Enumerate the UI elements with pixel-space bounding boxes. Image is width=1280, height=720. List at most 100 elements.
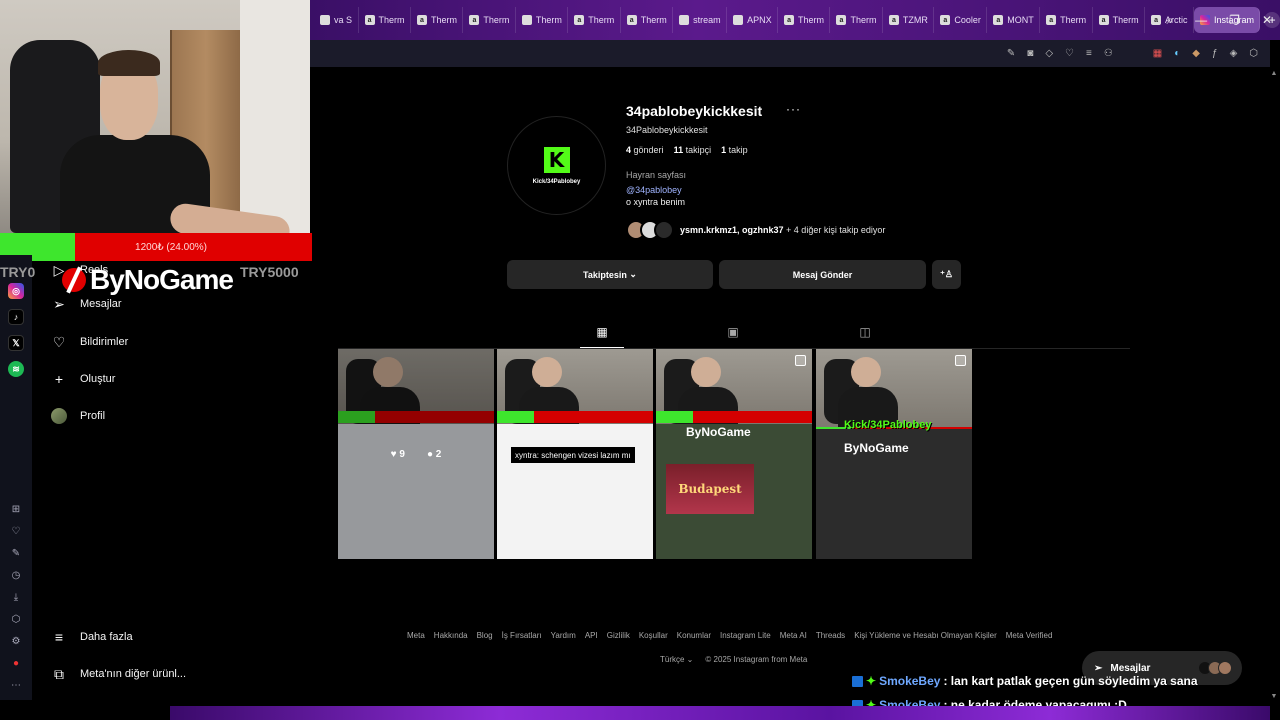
followers-stat[interactable]: 11 takipçi <box>674 145 712 155</box>
extension-icon[interactable]: ƒ <box>1212 48 1218 59</box>
browser-tab[interactable]: a Therm <box>778 7 831 33</box>
browser-tab[interactable]: stream <box>673 7 728 33</box>
more-icon[interactable]: ⋯ <box>9 678 23 692</box>
nav-label: Daha fazla <box>80 631 133 643</box>
scrollbar[interactable]: ▲ ▼ <box>1270 70 1278 700</box>
tab-reels[interactable]: ▣ <box>725 324 741 340</box>
nav-notifications[interactable]: ♡ Bildirimler <box>50 333 129 351</box>
browser-tab[interactable]: a Therm <box>621 7 674 33</box>
post-tile[interactable]: ByNoGame Budapest <box>656 349 812 559</box>
spotify-icon[interactable]: ≋ <box>8 361 24 377</box>
following-button[interactable]: Takiptesin ⌄ <box>507 260 713 289</box>
settings-icon[interactable]: ⚙ <box>9 634 23 648</box>
profile-icon[interactable]: ⚇ <box>1104 48 1113 59</box>
footer-link[interactable]: Gizlilik <box>607 631 630 640</box>
browser-tab[interactable]: a Therm <box>1093 7 1146 33</box>
edit-icon[interactable]: ✎ <box>1007 48 1015 59</box>
nav-label: Profil <box>80 410 106 422</box>
tiktok-icon[interactable]: ♪ <box>8 309 24 325</box>
browser-tab[interactable]: a Therm <box>1040 7 1093 33</box>
extension-icon[interactable]: ◈ <box>1230 48 1238 59</box>
tab-tagged[interactable]: ◫ <box>857 324 873 340</box>
footer-link[interactable]: Koşullar <box>639 631 668 640</box>
close-icon[interactable]: ✕ <box>1262 13 1272 27</box>
message-button[interactable]: Mesaj Gönder <box>719 260 926 289</box>
badge-icon <box>852 675 863 687</box>
nav-meta-products[interactable]: ⧉ Meta'nın diğer ürünl... <box>50 665 186 683</box>
footer-link[interactable]: Yardım <box>551 631 576 640</box>
browser-tab[interactable]: a Therm <box>359 7 411 33</box>
chevron-down-icon: ⌄ <box>629 269 637 279</box>
calendar-icon[interactable]: ▦ <box>1153 48 1162 59</box>
browser-tab[interactable]: APNX <box>727 7 779 33</box>
browser-tab[interactable]: va S <box>314 7 359 33</box>
heart-icon[interactable]: ♡ <box>9 524 23 538</box>
scroll-down-icon[interactable]: ▼ <box>1270 693 1278 700</box>
tab-label: Therm <box>588 15 615 25</box>
browser-tab[interactable]: a MONT <box>987 7 1041 33</box>
profile-picture[interactable]: K Kick/34Pablobey <box>507 116 606 215</box>
nav-messages[interactable]: ➢ Mesajlar <box>50 295 121 313</box>
nav-profile[interactable]: Profil <box>50 407 105 425</box>
tab-label: stream <box>693 15 721 25</box>
instagram-icon[interactable]: ◎ <box>8 283 24 299</box>
language-select[interactable]: Türkçe ⌄ <box>660 655 693 664</box>
amazon-icon: a <box>993 15 1004 25</box>
extension-icon[interactable]: ◐ <box>1174 48 1180 59</box>
send-icon: ➢ <box>1094 662 1103 674</box>
record-icon[interactable]: ● <box>9 656 23 670</box>
edit-icon[interactable]: ✎ <box>9 546 23 560</box>
camera-icon[interactable]: ◙ <box>1027 48 1033 59</box>
footer-link[interactable]: Meta <box>407 631 425 640</box>
footer-link[interactable]: Meta AI <box>780 631 807 640</box>
browser-tab[interactable]: a Therm <box>568 7 621 33</box>
post-tile[interactable]: Kick/34Pablobey ByNoGame <box>816 349 972 559</box>
extensions-icon[interactable]: ⬡ <box>1249 48 1258 59</box>
likes-count: ♥ 9 <box>390 448 405 460</box>
history-icon[interactable]: ◷ <box>9 568 23 582</box>
menu-icon[interactable]: ≡ <box>1086 48 1092 59</box>
shield-icon[interactable]: ◇ <box>1045 48 1053 59</box>
search-tabs-icon[interactable]: ⌕ <box>1166 13 1173 28</box>
instagram-sidebar: ▷ Reels ➢ Mesajlar ♡ Bildirimler + Oluşt… <box>32 255 310 700</box>
footer-link[interactable]: Meta Verified <box>1006 631 1053 640</box>
nav-create[interactable]: + Oluştur <box>50 370 116 388</box>
suggest-users-button[interactable]: ⁺♙ <box>932 260 961 289</box>
grid-icon[interactable]: ⊞ <box>9 502 23 516</box>
tab-label: APNX <box>747 15 772 25</box>
minimize-icon[interactable]: — <box>1195 13 1207 27</box>
browser-tab[interactable]: a TZMR <box>883 7 935 33</box>
browser-tab[interactable]: Therm <box>516 7 569 33</box>
footer-link[interactable]: API <box>585 631 598 640</box>
nav-more[interactable]: ≡ Daha fazla <box>50 628 133 646</box>
download-icon[interactable]: ⤓ <box>9 590 23 604</box>
amazon-icon: a <box>836 15 847 25</box>
browser-tab[interactable]: a Therm <box>830 7 883 33</box>
footer-link[interactable]: Konumlar <box>677 631 711 640</box>
post-tile[interactable]: xyntra: schengen vizesi lazım mı <box>497 349 653 559</box>
browser-tab[interactable]: a Therm <box>463 7 516 33</box>
scroll-up-icon[interactable]: ▲ <box>1270 70 1278 77</box>
heart-icon[interactable]: ♡ <box>1065 48 1074 59</box>
kick-logo: K <box>543 146 570 173</box>
brand-text: ByNoGame <box>90 264 234 295</box>
options-button[interactable]: ··· <box>786 102 801 116</box>
footer-link[interactable]: Instagram Lite <box>720 631 771 640</box>
restore-icon[interactable]: ❐ <box>1229 13 1240 27</box>
cube-icon[interactable]: ⬡ <box>9 612 23 626</box>
footer-link[interactable]: Threads <box>816 631 845 640</box>
footer-link[interactable]: Kişi Yükleme ve Hesabı Olmayan Kişiler <box>854 631 997 640</box>
post-tile[interactable]: ♥ 9 ● 2 <box>338 349 494 559</box>
footer-link[interactable]: İş Fırsatları <box>502 631 542 640</box>
browser-tab[interactable]: a Cooler <box>934 7 988 33</box>
x-icon[interactable]: 𝕏 <box>8 335 24 351</box>
footer-links: Meta Hakkında Blog İş Fırsatları Yardım API Gi… <box>407 631 1052 640</box>
tab-posts[interactable]: ▦ <box>594 324 610 340</box>
extension-icon[interactable]: ◆ <box>1192 48 1200 59</box>
profile-link[interactable]: @34pablobey <box>626 185 682 195</box>
following-stat[interactable]: 1 takip <box>721 145 748 155</box>
footer-link[interactable]: Hakkında <box>434 631 468 640</box>
followed-by[interactable]: ysmn.krkmz1, ogzhnk37 + 4 diğer kişi tak… <box>626 220 885 240</box>
browser-tab[interactable]: a Therm <box>411 7 464 33</box>
footer-link[interactable]: Blog <box>477 631 493 640</box>
